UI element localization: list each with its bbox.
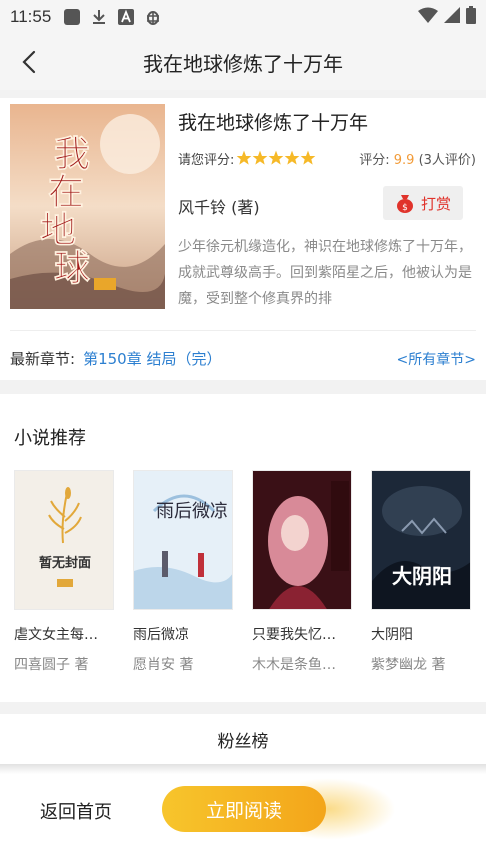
book-title: 我在地球修炼了十万年 [178,112,369,134]
score-value: 9.9 [393,152,415,168]
cover-title-char: 地 [40,209,76,251]
recommend-book-author: 紫梦幽龙 著 [371,657,446,673]
status-time: 11:55 [10,7,52,26]
recommend-book-cover[interactable]: 大阴阳 [371,470,471,610]
score-count: (3人评价) [418,152,476,168]
recommend-book-name: 雨后微凉 [133,627,189,643]
recommend-cover-text: 大阴阳 [392,564,452,588]
recommend-heading: 小说推荐 [14,428,86,449]
divider [0,90,486,98]
read-now-button[interactable]: 立即阅读 [162,786,326,832]
cover-title-char: 在 [48,171,84,213]
star-icon [253,150,268,165]
recommend-section: 小说推荐 暂无封面 虐文女主每… 四喜圆子 著 雨后微凉 雨后微凉 愿肖安 著 … [0,394,486,702]
divider [10,330,476,331]
score: 评分: 9.9 (3人评价) [359,149,476,168]
recommend-book[interactable]: 雨后微凉 雨后微凉 愿肖安 著 [133,470,235,674]
latest-chapter-link[interactable]: 第150章 结局（完） [83,348,221,369]
star-icon [269,150,284,165]
fans-ranking-header[interactable]: 粉丝榜 [0,714,486,764]
reward-button[interactable]: $ 打赏 [383,186,463,220]
recommend-book[interactable]: 大阴阳 大阴阳 紫梦幽龙 著 [371,470,473,674]
book-info: 我 在 地 球 我在地球修炼了十万年 请您评分: 评分: 9.9 (3人评价) … [0,98,486,380]
home-button[interactable]: 返回首页 [40,798,112,824]
star-icon [285,150,300,165]
divider [0,702,486,714]
read-now-label: 立即阅读 [205,799,282,822]
book-cover[interactable]: 我 在 地 球 [10,104,165,309]
recommend-book-author: 木木是条鱼… [252,657,336,673]
recommend-book-cover[interactable]: 雨后微凉 [133,470,233,610]
fans-title: 粉丝榜 [217,731,269,752]
bug-icon [144,8,162,26]
nav-bar: 我在地球修炼了十万年 [0,34,486,90]
star-icon [237,150,252,165]
rating-label: 请您评分: [178,152,235,168]
a-badge-icon [117,8,135,26]
recommend-book[interactable]: 只要我失忆… 木木是条鱼… [252,470,354,674]
money-bag-icon: $ [395,193,415,213]
reward-label: 打赏 [420,194,451,213]
recommend-book-author: 愿肖安 著 [133,657,194,673]
bottom-bar-shadow [0,764,486,774]
book-author: 风千铃 (著) [178,198,260,217]
download-icon [90,8,108,26]
bottom-bar: 返回首页 立即阅读 [0,764,486,864]
recommend-book-name: 只要我失忆… [252,627,336,643]
recommend-book-name: 大阴阳 [371,627,413,643]
app-square-icon [63,8,81,26]
all-chapters-link[interactable]: <所有章节> [397,349,476,369]
recommend-book-cover[interactable] [252,470,352,610]
recommend-cover-text: 雨后微凉 [156,501,228,522]
star-icon [301,150,316,165]
cover-title-char: 我 [54,133,90,175]
latest-chapter-label: 最新章节: [10,350,76,368]
recommend-book-author: 四喜圆子 著 [14,657,89,673]
divider [0,380,486,394]
recommend-cover-text: 暂无封面 [39,555,91,571]
recommend-book[interactable]: 暂无封面 虐文女主每… 四喜圆子 著 [14,470,116,674]
book-description[interactable]: 少年徐元机缘造化，神识在地球修炼了十万年，成就武尊级高手。回到紫陌星之后，他被认… [178,234,472,312]
signal-icon [444,7,460,27]
cover-title-char: 球 [54,247,91,289]
battery-icon [466,6,476,28]
score-label: 评分: [359,152,390,168]
latest-chapter-row: 最新章节: 第150章 结局（完） <所有章节> [10,348,476,369]
page-title: 我在地球修炼了十万年 [143,51,343,76]
recommend-book-name: 虐文女主每… [14,627,98,643]
wifi-icon [418,7,438,27]
status-bar: 11:55 [0,0,486,34]
star-rating[interactable] [236,150,316,166]
back-arrow-icon[interactable] [16,48,44,76]
recommend-book-cover[interactable]: 暂无封面 [14,470,114,610]
rating-row: 请您评分: 评分: 9.9 (3人评价) [178,148,476,168]
svg-text:$: $ [402,203,408,213]
